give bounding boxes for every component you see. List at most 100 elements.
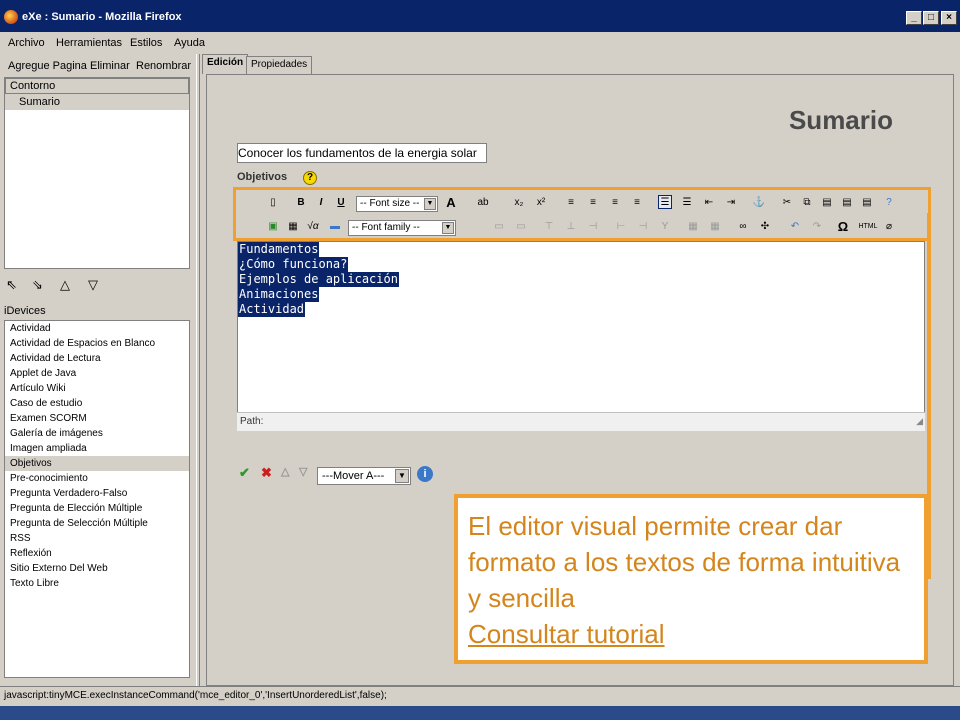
ordered-list-icon[interactable]: ☰ — [680, 196, 694, 210]
new-document-icon[interactable]: ▯ — [266, 196, 280, 210]
editor-list-item[interactable]: Actividad — [238, 302, 306, 317]
move-up-icon[interactable]: △ — [281, 465, 289, 478]
idevice-item[interactable]: RSS — [5, 531, 189, 546]
link-icon[interactable]: ∞ — [736, 220, 750, 234]
indent-icon[interactable]: ⇥ — [724, 196, 738, 210]
special-char-icon[interactable]: Ω — [836, 220, 850, 234]
idevice-item[interactable]: Examen SCORM — [5, 411, 189, 426]
idevice-item[interactable]: Pregunta de Selección Múltiple — [5, 516, 189, 531]
menu-herramientas[interactable]: Herramientas — [56, 37, 122, 49]
rename-page-button[interactable]: Renombrar — [136, 60, 191, 72]
italic-icon[interactable]: I — [314, 196, 328, 210]
up-icon[interactable]: △ — [60, 277, 70, 293]
delete-page-button[interactable]: Eliminar — [90, 60, 130, 72]
idevice-item[interactable]: Pregunta Verdadero-Falso — [5, 486, 189, 501]
maximize-button[interactable]: □ — [923, 11, 939, 25]
align-right-icon[interactable]: ≡ — [608, 196, 622, 210]
chevron-down-icon: ▼ — [424, 198, 436, 210]
cleanup-icon[interactable]: ⌀ — [882, 220, 896, 234]
paste-word-icon[interactable]: ▤ — [860, 196, 874, 210]
tab-edicion[interactable]: Edición — [202, 54, 249, 74]
superscript-icon[interactable]: x² — [534, 196, 548, 210]
paste-icon[interactable]: ▤ — [820, 196, 834, 210]
align-center-icon[interactable]: ≡ — [586, 196, 600, 210]
panel-splitter[interactable] — [196, 54, 200, 686]
move-down-icon[interactable]: ▽ — [299, 465, 307, 478]
col-after-icon[interactable]: ⊣ — [636, 220, 650, 234]
table-icon[interactable]: ▭ — [492, 220, 506, 234]
info-icon[interactable]: i — [417, 466, 433, 482]
underline-icon[interactable]: U — [334, 196, 348, 210]
menu-estilos[interactable]: Estilos — [130, 37, 162, 49]
move-to-select[interactable]: ---Mover A--- ▼ — [317, 467, 411, 485]
idevice-item[interactable]: Caso de estudio — [5, 396, 189, 411]
resize-handle-icon[interactable]: ◢ — [916, 416, 923, 427]
undo-icon[interactable]: ↶ — [788, 220, 802, 234]
font-family-select[interactable]: -- Font family -- ▼ — [348, 220, 456, 236]
align-left-icon[interactable]: ≡ — [564, 196, 578, 210]
idevice-item[interactable]: Artículo Wiki — [5, 381, 189, 396]
row-before-icon[interactable]: ⊤ — [542, 220, 556, 234]
editor-list-item[interactable]: Ejemplos de aplicación — [238, 272, 399, 287]
tab-propiedades[interactable]: Propiedades — [246, 56, 313, 74]
media-icon[interactable]: ▦ — [286, 220, 300, 234]
editor-list-item[interactable]: Animaciones — [238, 287, 320, 302]
help-tinymce-icon[interactable]: ? — [882, 196, 896, 210]
font-size-select[interactable]: -- Font size -- ▼ — [356, 196, 438, 212]
text-color-icon[interactable]: A — [444, 196, 458, 210]
paste-text-icon[interactable]: ▤ — [840, 196, 854, 210]
html-source-icon[interactable]: HTML — [858, 220, 878, 234]
idevice-item[interactable]: Galería de imágenes — [5, 426, 189, 441]
down-icon[interactable]: ▽ — [88, 277, 98, 293]
add-page-button[interactable]: Agregue Pagina — [8, 60, 87, 72]
align-justify-icon[interactable]: ≡ — [630, 196, 644, 210]
split-cells-icon[interactable]: ▦ — [686, 220, 700, 234]
unordered-list-icon[interactable]: ☰ — [658, 195, 672, 209]
help-icon[interactable]: ? — [303, 171, 317, 185]
col-delete-icon[interactable]: Y — [658, 220, 672, 234]
editor-list-item[interactable]: Fundamentos — [238, 242, 320, 257]
idevice-item[interactable]: Sitio Externo Del Web — [5, 561, 189, 576]
row-after-icon[interactable]: ⊥ — [564, 220, 578, 234]
close-button[interactable]: × — [941, 11, 957, 25]
outline-header[interactable]: Contorno — [5, 78, 189, 94]
demote-icon[interactable]: ⇘ — [32, 277, 43, 293]
done-icon[interactable]: ✔ — [239, 465, 250, 481]
merge-cells-icon[interactable]: ▦ — [708, 220, 722, 234]
minimize-button[interactable]: _ — [906, 11, 922, 25]
cut-icon[interactable]: ✂ — [780, 196, 794, 210]
redo-icon[interactable]: ↷ — [810, 220, 824, 234]
table-delete-icon[interactable]: ▭ — [514, 220, 528, 234]
promote-icon[interactable]: ⇖ — [6, 277, 17, 293]
idevice-item[interactable]: Pre-conocimiento — [5, 471, 189, 486]
idevice-item[interactable]: Imagen ampliada — [5, 441, 189, 456]
idevice-item[interactable]: Objetivos — [5, 456, 189, 471]
idevice-item[interactable]: Actividad — [5, 321, 189, 336]
menu-ayuda[interactable]: Ayuda — [174, 37, 205, 49]
bold-icon[interactable]: B — [294, 196, 308, 210]
anchor-icon[interactable]: ⚓ — [752, 196, 766, 210]
col-before-icon[interactable]: ⊢ — [614, 220, 628, 234]
editor-list-item[interactable]: ¿Cómo funciona? — [238, 257, 349, 272]
idevice-item[interactable]: Texto Libre — [5, 576, 189, 591]
idevice-item[interactable]: Pregunta de Elección Múltiple — [5, 501, 189, 516]
flash-icon[interactable]: ▬ — [328, 220, 342, 234]
delete-icon[interactable]: ✖ — [261, 465, 272, 481]
unlink-icon[interactable]: ✣ — [758, 220, 772, 234]
outline-node-sumario[interactable]: Sumario — [5, 94, 189, 110]
title-input[interactable]: Conocer los fundamentos de la energia so… — [237, 143, 487, 163]
subscript-icon[interactable]: x₂ — [512, 196, 526, 210]
image-icon[interactable]: ▣ — [266, 220, 280, 234]
idevice-item[interactable]: Reflexión — [5, 546, 189, 561]
math-icon[interactable]: √α — [306, 220, 320, 234]
idevice-item[interactable]: Applet de Java — [5, 366, 189, 381]
idevice-item[interactable]: Actividad de Espacios en Blanco — [5, 336, 189, 351]
row-delete-icon[interactable]: ⊣ — [586, 220, 600, 234]
tutorial-link[interactable]: Consultar tutorial — [468, 616, 914, 652]
rich-text-editor[interactable]: Fundamentos ¿Cómo funciona? Ejemplos de ap… — [237, 241, 925, 431]
outdent-icon[interactable]: ⇤ — [702, 196, 716, 210]
idevice-item[interactable]: Actividad de Lectura — [5, 351, 189, 366]
copy-icon[interactable]: ⧉ — [800, 196, 814, 210]
highlight-color-icon[interactable]: ab — [476, 196, 490, 210]
menu-archivo[interactable]: Archivo — [8, 37, 45, 49]
